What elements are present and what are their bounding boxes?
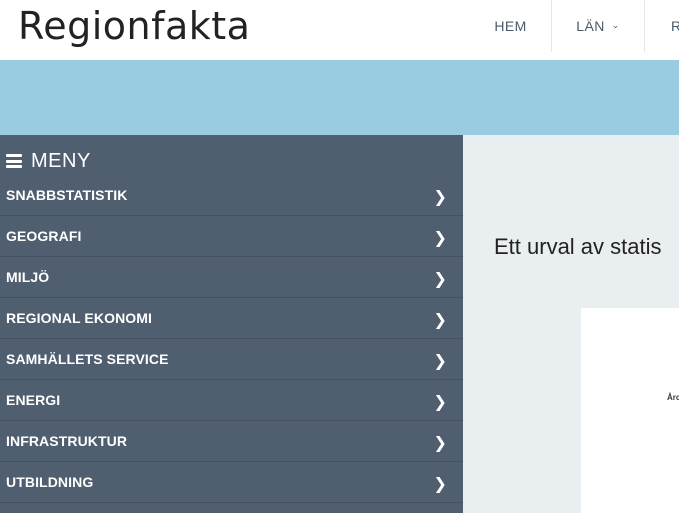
menu-item-label: ENERGI <box>6 392 61 408</box>
menu-item-infrastruktur[interactable]: INFRASTRUKTUR ❯ <box>0 421 463 462</box>
chevron-right-icon: ❯ <box>433 394 447 411</box>
menu-header[interactable]: MENY <box>6 149 91 173</box>
menu-item-label: SAMHÄLLETS SERVICE <box>6 351 169 367</box>
chevron-right-icon: ❯ <box>433 230 447 247</box>
menu-item-label: MILJÖ <box>6 269 50 285</box>
nav-item-label: R <box>671 18 679 34</box>
chevron-down-icon: ⌄ <box>611 19 620 30</box>
menu-item-regional-ekonomi[interactable]: REGIONAL EKONOMI ❯ <box>0 298 463 339</box>
menu-item-miljo[interactable]: MILJÖ ❯ <box>0 257 463 298</box>
chevron-right-icon: ❯ <box>433 435 447 452</box>
chevron-right-icon: ❯ <box>433 353 447 370</box>
hamburger-icon <box>6 154 22 168</box>
chevron-right-icon: ❯ <box>433 476 447 493</box>
nav-item-label: HEM <box>494 18 527 34</box>
nav-item-label: LÄN <box>576 18 605 34</box>
chevron-right-icon: ❯ <box>433 271 447 288</box>
card-label: Årc <box>667 393 679 402</box>
nav-item-lan[interactable]: LÄN ⌄ <box>552 0 645 52</box>
menu-title: MENY <box>31 149 91 172</box>
menu-item-label: SNABBSTATISTIK <box>6 187 128 203</box>
stat-card: Årc <box>581 308 679 513</box>
menu-item-snabbstatistik[interactable]: SNABBSTATISTIK ❯ <box>0 175 463 216</box>
nav-item-hem[interactable]: HEM <box>470 0 552 52</box>
intro-text: Ett urval av statis <box>494 234 662 259</box>
menu-item-utbildning[interactable]: UTBILDNING ❯ <box>0 462 463 503</box>
menu-item-samhallets-service[interactable]: SAMHÄLLETS SERVICE ❯ <box>0 339 463 380</box>
menu-list: SNABBSTATISTIK ❯ GEOGRAFI ❯ MILJÖ ❯ REGI… <box>0 175 463 503</box>
menu-item-label: UTBILDNING <box>6 474 94 490</box>
menu-item-label: REGIONAL EKONOMI <box>6 310 153 326</box>
menu-item-energi[interactable]: ENERGI ❯ <box>0 380 463 421</box>
hero-banner <box>0 60 679 135</box>
menu-item-label: INFRASTRUKTUR <box>6 433 128 449</box>
chevron-right-icon: ❯ <box>433 189 447 206</box>
menu-item-label: GEOGRAFI <box>6 228 82 244</box>
sidebar-menu: MENY SNABBSTATISTIK ❯ GEOGRAFI ❯ MILJÖ ❯… <box>0 135 463 513</box>
menu-item-geografi[interactable]: GEOGRAFI ❯ <box>0 216 463 257</box>
site-header: Regionfakta HEM LÄN ⌄ R <box>0 0 679 60</box>
nav-item-r[interactable]: R <box>646 0 679 52</box>
chevron-right-icon: ❯ <box>433 312 447 329</box>
site-logo[interactable]: Regionfakta <box>18 2 250 50</box>
main-content: Ett urval av statis Årc <box>463 135 679 513</box>
